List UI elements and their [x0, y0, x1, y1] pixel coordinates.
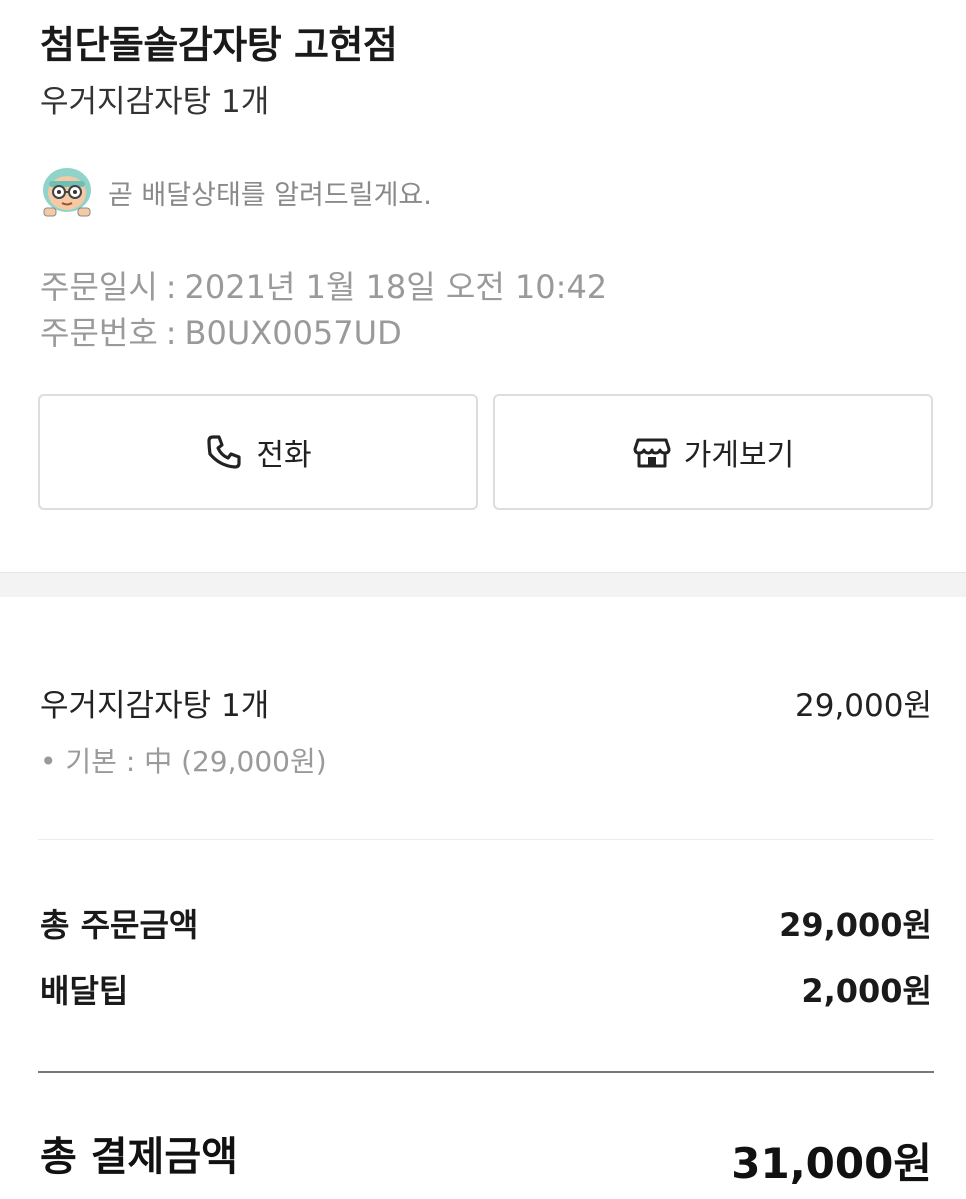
order-number: 주문번호: B0UX0057UD	[40, 308, 402, 354]
order-number-label: 주문번호	[40, 314, 158, 352]
delivery-tip-value: 2,000원	[801, 972, 932, 1010]
phone-icon	[207, 435, 241, 469]
delivery-mascot-icon	[43, 168, 91, 217]
order-date: 주문일시:2021년 1월 18일 오전 10:42	[40, 262, 607, 308]
order-date-label: 주문일시	[40, 268, 158, 306]
order-summary: 우거지감자탕 1개	[40, 84, 270, 120]
item-name: 우거지감자탕 1개	[40, 688, 270, 724]
payment-total-value: 31,000원	[731, 1139, 932, 1188]
item-divider	[38, 839, 934, 840]
payment-total-label: 총 결제금액	[40, 1134, 238, 1180]
view-store-button[interactable]: 가게보기	[493, 394, 933, 510]
order-total-value: 29,000원	[779, 906, 932, 944]
order-header: 첨단돌솥감자탕 고현점 우거지감자탕 1개 곧 배달상태를 알려드릴게요. 주문…	[0, 0, 966, 572]
delivery-notice: 곧 배달상태를 알려드릴게요.	[40, 166, 432, 218]
order-date-separator: :	[165, 268, 177, 306]
section-divider	[0, 572, 966, 597]
view-store-button-label: 가게보기	[683, 438, 795, 473]
store-icon	[633, 438, 671, 468]
call-button-label: 전화	[256, 438, 312, 473]
delivery-tip-label: 배달팁	[40, 972, 129, 1010]
order-number-value: B0UX0057UD	[184, 314, 402, 352]
total-divider	[38, 1071, 934, 1073]
order-date-value: 2021년 1월 18일 오전 10:42	[184, 268, 608, 306]
call-button[interactable]: 전화	[38, 394, 478, 510]
order-total-label: 총 주문금액	[40, 906, 199, 944]
order-number-separator: :	[165, 314, 177, 352]
item-price: 29,000원	[795, 688, 932, 724]
store-name[interactable]: 첨단돌솥감자탕 고현점	[40, 14, 398, 69]
item-option: • 기본 : 中 (29,000원)	[40, 745, 327, 778]
notice-text: 곧 배달상태를 알려드릴게요.	[108, 179, 432, 211]
